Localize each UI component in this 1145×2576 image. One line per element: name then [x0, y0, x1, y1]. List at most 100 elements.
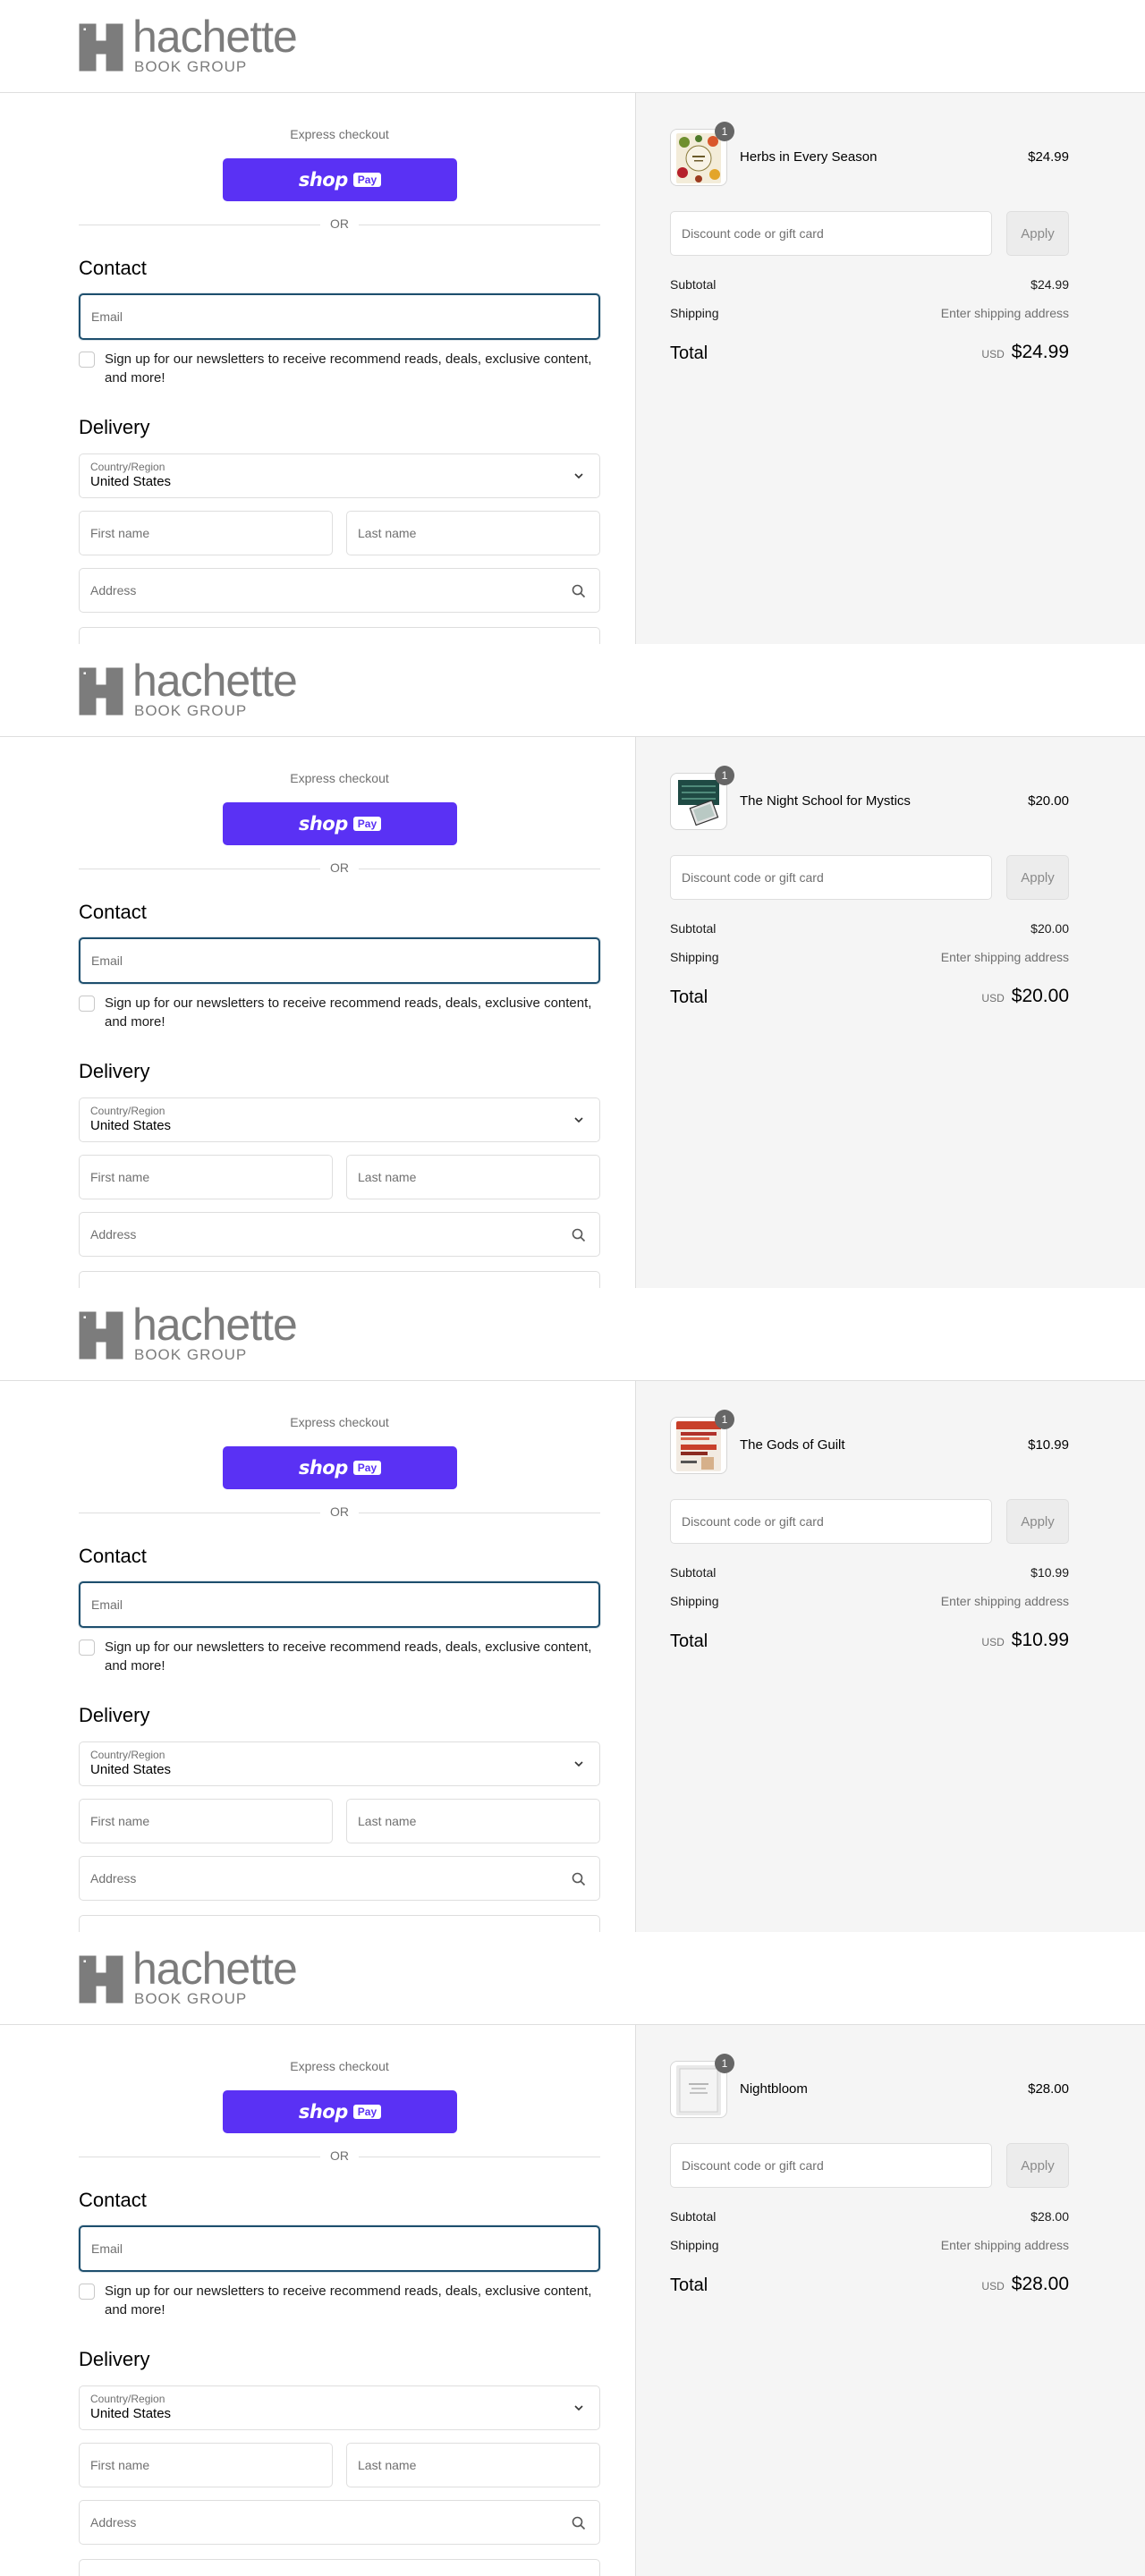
checkout-form: Express checkout shop Pay OR Contact Ema… [0, 2025, 635, 2576]
email-input[interactable]: Email [79, 1581, 600, 1628]
discount-code-input[interactable]: Discount code or gift card [670, 1499, 992, 1544]
subtotal-label: Subtotal [670, 277, 717, 292]
address-input[interactable]: Address [79, 1212, 600, 1257]
subtotal-label: Subtotal [670, 2209, 717, 2224]
discount-code-input[interactable]: Discount code or gift card [670, 2143, 992, 2188]
hachette-logo[interactable]: hachette BOOK GROUP [79, 14, 298, 74]
pay-pill: Pay [352, 173, 382, 187]
discount-code-input[interactable]: Discount code or gift card [670, 855, 992, 900]
country-select[interactable]: Country/Region United States [79, 453, 600, 498]
shop-wordmark: shop [298, 812, 348, 835]
search-icon [572, 1872, 586, 1886]
checkout-screen: hachette BOOK GROUP Express checkout sho… [0, 1288, 1145, 1932]
chevron-down-icon [574, 473, 583, 479]
apply-button[interactable]: Apply [1006, 855, 1069, 900]
or-divider: OR [79, 1504, 600, 1521]
chevron-down-icon [574, 2405, 583, 2411]
total-value: $24.99 [1011, 342, 1069, 362]
newsletter-option: Sign up for our newsletters to receive r… [79, 994, 600, 1031]
country-select[interactable]: Country/Region United States [79, 1097, 600, 1142]
apply-button[interactable]: Apply [1006, 1499, 1069, 1544]
apply-button[interactable]: Apply [1006, 2143, 1069, 2188]
subtotal-value: $24.99 [1030, 277, 1069, 292]
product-title: Herbs in Every Season [740, 149, 878, 165]
newsletter-checkbox[interactable] [79, 2284, 95, 2300]
total-label: Total [670, 2275, 708, 2295]
newsletter-checkbox[interactable] [79, 352, 95, 368]
delivery-heading: Delivery [79, 1060, 150, 1082]
subtotal-row: Subtotal $28.00 [670, 2209, 1069, 2224]
product-price: $10.99 [1028, 1437, 1069, 1453]
hachette-logo[interactable]: hachette BOOK GROUP [79, 658, 298, 718]
country-select[interactable]: Country/Region United States [79, 1741, 600, 1786]
order-summary: 1 Nightbloom $28.00 Discount code or gif… [635, 2025, 1145, 2576]
discount-code-input[interactable]: Discount code or gift card [670, 211, 992, 256]
checkout-screen: hachette BOOK GROUP Express checkout sho… [0, 0, 1145, 644]
book-cover [676, 1421, 721, 1471]
total-row: Total USD $28.00 [670, 2274, 1069, 2296]
address-input[interactable]: Address [79, 1856, 600, 1901]
apartment-input[interactable] [79, 2559, 600, 2576]
site-header: hachette BOOK GROUP [0, 1932, 1145, 2025]
or-text: OR [330, 1504, 349, 1519]
apartment-input[interactable] [79, 1915, 600, 1932]
shop-wordmark: shop [298, 1456, 348, 1479]
product-price: $24.99 [1028, 149, 1069, 165]
shipping-value: Enter shipping address [940, 2238, 1069, 2252]
pay-pill: Pay [352, 817, 382, 831]
newsletter-checkbox[interactable] [79, 996, 95, 1012]
shipping-label: Shipping [670, 306, 719, 320]
newsletter-label: Sign up for our newsletters to receive r… [105, 2284, 592, 2318]
first-name-input[interactable]: First name [79, 1155, 333, 1199]
or-text: OR [330, 2148, 349, 2163]
shop-pay-button[interactable]: shop Pay [223, 2090, 457, 2133]
apartment-input[interactable] [79, 627, 600, 644]
first-name-input[interactable]: First name [79, 511, 333, 555]
product-title: The Night School for Mystics [740, 793, 911, 809]
total-row: Total USD $10.99 [670, 1630, 1069, 1652]
logo-wordmark: hachette [132, 656, 298, 706]
subtotal-value: $10.99 [1030, 1565, 1069, 1580]
or-divider: OR [79, 216, 600, 233]
shop-pay-button[interactable]: shop Pay [223, 158, 457, 201]
last-name-input[interactable]: Last name [346, 1155, 600, 1199]
email-input[interactable]: Email [79, 2225, 600, 2272]
address-input[interactable]: Address [79, 568, 600, 613]
shop-pay-button[interactable]: shop Pay [223, 1446, 457, 1489]
hachette-logo[interactable]: hachette BOOK GROUP [79, 1302, 298, 1362]
subtotal-row: Subtotal $10.99 [670, 1565, 1069, 1580]
email-input[interactable]: Email [79, 293, 600, 340]
address-placeholder: Address [90, 1871, 137, 1885]
newsletter-checkbox[interactable] [79, 1640, 95, 1656]
chevron-down-icon [574, 1117, 583, 1123]
last-name-input[interactable]: Last name [346, 511, 600, 555]
shipping-row: Shipping Enter shipping address [670, 950, 1069, 964]
country-label: Country/Region [90, 1749, 165, 1761]
product-title: Nightbloom [740, 2081, 808, 2097]
checkout-screen: hachette BOOK GROUP Express checkout sho… [0, 644, 1145, 1288]
hachette-logo[interactable]: hachette BOOK GROUP [79, 1946, 298, 2006]
shop-pay-button[interactable]: shop Pay [223, 802, 457, 845]
email-input[interactable]: Email [79, 937, 600, 984]
shop-wordmark: shop [298, 168, 348, 191]
pay-pill: Pay [352, 1461, 382, 1475]
apply-button[interactable]: Apply [1006, 211, 1069, 256]
first-name-input[interactable]: First name [79, 1799, 333, 1843]
country-select[interactable]: Country/Region United States [79, 2385, 600, 2430]
apartment-input[interactable] [79, 1271, 600, 1288]
hachette-mark-icon [79, 1311, 123, 1360]
book-cover [676, 777, 721, 827]
country-label: Country/Region [90, 2393, 165, 2405]
product-thumbnail: 1 [670, 2054, 734, 2118]
logo-wordmark: hachette [132, 1944, 298, 1994]
order-summary: 1 Herbs in Every Season $24.99 Discount … [635, 93, 1145, 644]
checkout-screens: hachette BOOK GROUP Express checkout sho… [0, 0, 1145, 2576]
or-text: OR [330, 860, 349, 875]
express-checkout-label: Express checkout [290, 1415, 389, 1429]
last-name-input[interactable]: Last name [346, 2443, 600, 2487]
address-input[interactable]: Address [79, 2500, 600, 2545]
last-name-input[interactable]: Last name [346, 1799, 600, 1843]
total-amount-group: USD $28.00 [981, 2274, 1069, 2295]
first-name-input[interactable]: First name [79, 2443, 333, 2487]
contact-heading: Contact [79, 901, 147, 923]
